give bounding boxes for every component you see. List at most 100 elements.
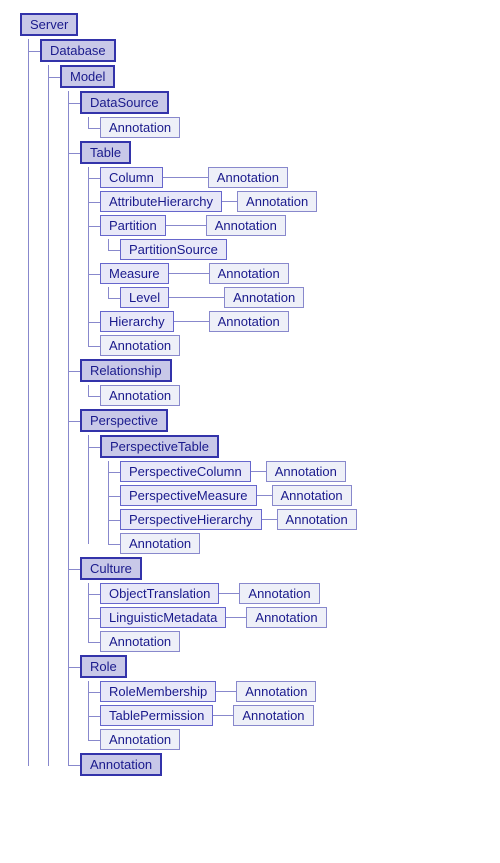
- server-node: Server: [20, 13, 490, 36]
- perspectivecolumn-with-annotation: PerspectiveColumn Annotation: [120, 461, 346, 482]
- model-box: Model: [60, 65, 115, 88]
- perspectivemeasure-box: PerspectiveMeasure: [120, 485, 257, 506]
- perspectivehierarchy-box: PerspectiveHierarchy: [120, 509, 262, 530]
- model-node: Model: [60, 65, 490, 88]
- rm-annotation-box: Annotation: [236, 681, 316, 702]
- datasource-node: DataSource: [80, 91, 490, 114]
- rolemembership-box: RoleMembership: [100, 681, 216, 702]
- partitionsource-node: PartitionSource: [120, 239, 490, 260]
- column-annotation-box: Annotation: [208, 167, 288, 188]
- relationship-node: Relationship: [80, 359, 490, 382]
- attributehierarchy-box: AttributeHierarchy: [100, 191, 222, 212]
- partition-annotation-box: Annotation: [206, 215, 286, 236]
- perspective-node: Perspective: [80, 409, 490, 432]
- relationship-annotation-node: Annotation: [100, 385, 490, 406]
- perspectivetable-box: PerspectiveTable: [100, 435, 219, 458]
- ph-connector: [262, 519, 277, 520]
- table-annotation-box: Annotation: [100, 335, 180, 356]
- hierarchy-node: Hierarchy Annotation: [100, 311, 490, 332]
- partition-connector: [166, 225, 206, 226]
- ot-connector: [219, 593, 239, 594]
- perspectivetable-node: PerspectiveTable: [100, 435, 490, 458]
- pc-annotation-box: Annotation: [266, 461, 346, 482]
- tablepermission-box: TablePermission: [100, 705, 213, 726]
- column-connector: [163, 177, 193, 178]
- rolemembership-node: RoleMembership Annotation: [100, 681, 490, 702]
- ot-annotation-box: Annotation: [239, 583, 319, 604]
- linguisticmetadata-with-annotation: LinguisticMetadata Annotation: [100, 607, 327, 628]
- culture-node: Culture: [80, 557, 490, 580]
- database-box: Database: [40, 39, 116, 62]
- partition-with-annotation: Partition Annotation: [100, 215, 286, 236]
- objecttranslation-with-annotation: ObjectTranslation Annotation: [100, 583, 320, 604]
- pc-connector: [251, 471, 266, 472]
- table-box: Table: [80, 141, 131, 164]
- measure-node: Measure Annotation: [100, 263, 490, 284]
- hierarchy-annotation-box: Annotation: [209, 311, 289, 332]
- perspectivehierarchy-node: PerspectiveHierarchy Annotation: [120, 509, 490, 530]
- lm-connector: [226, 617, 246, 618]
- ah-annotation-box: Annotation: [237, 191, 317, 212]
- level-connector: [169, 297, 224, 298]
- column-with-annotation: Column Annotation: [100, 167, 288, 188]
- partition-box: Partition: [100, 215, 166, 236]
- model-annotation-box: Annotation: [80, 753, 162, 776]
- model-annotation-node: Annotation: [80, 753, 490, 776]
- tablepermission-with-annotation: TablePermission Annotation: [100, 705, 314, 726]
- perspectivecolumn-box: PerspectiveColumn: [120, 461, 251, 482]
- rolemembership-with-annotation: RoleMembership Annotation: [100, 681, 316, 702]
- linguisticmetadata-node: LinguisticMetadata Annotation: [100, 607, 490, 628]
- table-annotation-node: Annotation: [100, 335, 490, 356]
- column-node: Column Annotation: [100, 167, 490, 188]
- perspectivecolumn-node: PerspectiveColumn Annotation: [120, 461, 490, 482]
- measure-connector: [169, 273, 209, 274]
- level-box: Level: [120, 287, 169, 308]
- objecttranslation-box: ObjectTranslation: [100, 583, 219, 604]
- level-annotation-box: Annotation: [224, 287, 304, 308]
- hierarchy-with-annotation: Hierarchy Annotation: [100, 311, 289, 332]
- culture-annotation-box: Annotation: [100, 631, 180, 652]
- pm-annotation-box: Annotation: [272, 485, 352, 506]
- lm-annotation-box: Annotation: [246, 607, 326, 628]
- tablepermission-node: TablePermission Annotation: [100, 705, 490, 726]
- pm-connector: [257, 495, 272, 496]
- hierarchy-connector: [174, 321, 209, 322]
- level-node: Level Annotation: [120, 287, 490, 308]
- attributehierarchy-node: AttributeHierarchy Annotation: [100, 191, 490, 212]
- pt-annotation-node: Annotation: [120, 533, 490, 554]
- role-node: Role: [80, 655, 490, 678]
- server-box: Server: [20, 13, 78, 36]
- tp-annotation-box: Annotation: [233, 705, 313, 726]
- table-node: Table: [80, 141, 490, 164]
- measure-box: Measure: [100, 263, 169, 284]
- ph-annotation-box: Annotation: [277, 509, 357, 530]
- perspective-box: Perspective: [80, 409, 168, 432]
- rm-connector: [216, 691, 236, 692]
- relationship-box: Relationship: [80, 359, 172, 382]
- column-connector2: [193, 177, 208, 178]
- column-box: Column: [100, 167, 163, 188]
- hierarchy-box: Hierarchy: [100, 311, 174, 332]
- measure-with-annotation: Measure Annotation: [100, 263, 289, 284]
- datasource-annotation-node: Annotation: [100, 117, 490, 138]
- ah-connector: [222, 201, 237, 202]
- objecttranslation-node: ObjectTranslation Annotation: [100, 583, 490, 604]
- linguisticmetadata-box: LinguisticMetadata: [100, 607, 226, 628]
- role-annotation-node: Annotation: [100, 729, 490, 750]
- role-annotation-box: Annotation: [100, 729, 180, 750]
- perspectivemeasure-node: PerspectiveMeasure Annotation: [120, 485, 490, 506]
- database-node: Database: [40, 39, 490, 62]
- pt-annotation-box: Annotation: [120, 533, 200, 554]
- role-box: Role: [80, 655, 127, 678]
- measure-annotation-box: Annotation: [209, 263, 289, 284]
- attributehierarchy-with-annotation: AttributeHierarchy Annotation: [100, 191, 317, 212]
- datasource-box: DataSource: [80, 91, 169, 114]
- culture-box: Culture: [80, 557, 142, 580]
- perspectivehierarchy-with-annotation: PerspectiveHierarchy Annotation: [120, 509, 357, 530]
- tp-connector: [213, 715, 233, 716]
- partition-node: Partition Annotation: [100, 215, 490, 236]
- partitionsource-box: PartitionSource: [120, 239, 227, 260]
- culture-annotation-node: Annotation: [100, 631, 490, 652]
- level-with-annotation: Level Annotation: [120, 287, 304, 308]
- perspectivemeasure-with-annotation: PerspectiveMeasure Annotation: [120, 485, 352, 506]
